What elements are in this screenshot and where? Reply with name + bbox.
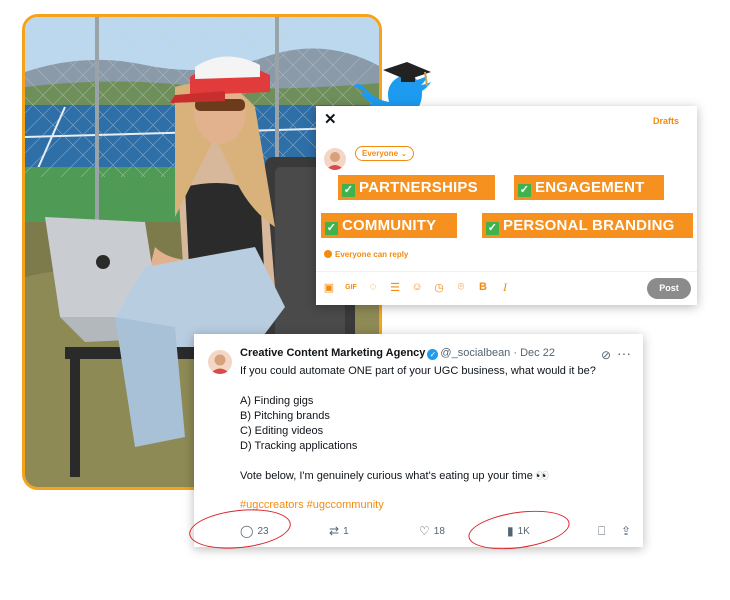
poll-option: C) Editing videos [240, 425, 324, 437]
checkmark-icon: ✓ [518, 184, 531, 197]
poll-icon[interactable]: ☰ [388, 280, 402, 294]
author-handle[interactable]: @_socialbean [440, 347, 510, 359]
poll-option: A) Finding gigs [240, 395, 314, 407]
image-icon[interactable]: ▣ [322, 280, 336, 294]
post-button[interactable]: Post [647, 278, 691, 299]
checkmark-icon: ✓ [486, 222, 499, 235]
verified-badge-icon: ✓ [427, 349, 439, 360]
gif-icon[interactable]: GIF [344, 280, 358, 294]
chevron-down-icon: ⌄ [401, 151, 407, 158]
avatar [324, 148, 346, 170]
checkmark-icon: ✓ [342, 184, 355, 197]
tag-label: PARTNERSHIPS [359, 179, 478, 196]
like-button[interactable]: ♡ 18 [419, 524, 445, 538]
tweet-composer: ✕ Drafts Everyone ⌄ ✓ PARTNERSHIPS ✓ ENGAGE… [316, 106, 697, 305]
location-icon[interactable]: ⌾ [454, 280, 468, 294]
tweet-closing: Vote below, I'm genuinely curious what's… [240, 470, 550, 482]
tag-community: ✓ COMMUNITY [321, 213, 457, 238]
tweet-text: If you could automate ONE part of your U… [240, 364, 630, 484]
reply-setting-label: Everyone can reply [335, 250, 409, 259]
tag-engagement: ✓ ENGAGEMENT [514, 175, 664, 200]
share-button[interactable]: ⇪ [621, 524, 631, 538]
italic-icon[interactable]: I [498, 280, 512, 294]
more-options-icon[interactable]: ··· [617, 345, 631, 361]
retweet-count: 1 [343, 525, 349, 537]
tweet-question: If you could automate ONE part of your U… [240, 365, 596, 377]
tag-label: ENGAGEMENT [535, 179, 645, 196]
tweet-actions: ◯ 23 ⇄ 1 ♡ 18 ▮ 1K ⎕ ⇪ [240, 524, 632, 540]
tag-personal-branding: ✓ PERSONAL BRANDING [482, 213, 693, 238]
bookmark-icon: ⎕ [598, 524, 606, 538]
retweet-icon: ⇄ [329, 524, 340, 538]
divider [316, 271, 697, 272]
share-icon: ⇪ [621, 524, 632, 538]
audience-selector[interactable]: Everyone ⌄ [355, 146, 414, 161]
bookmark-button[interactable]: ⎕ [598, 524, 605, 539]
poll-option: D) Tracking applications [240, 440, 358, 452]
grok-icon[interactable]: ◌ [366, 280, 380, 294]
drafts-button[interactable]: Drafts [653, 116, 679, 126]
tag-label: COMMUNITY [342, 217, 437, 234]
like-count: 18 [433, 525, 445, 537]
retweet-button[interactable]: ⇄ 1 [329, 524, 349, 538]
composer-toolbar: ▣ GIF ◌ ☰ ☺ ◷ ⌾ B I [322, 280, 512, 294]
reply-setting[interactable]: Everyone can reply [324, 250, 408, 259]
emoji-icon[interactable]: ☺ [410, 280, 424, 294]
grok-icon[interactable]: ⊘ [601, 348, 611, 362]
globe-icon [324, 250, 332, 258]
close-icon[interactable]: ✕ [324, 112, 337, 128]
tag-label: PERSONAL BRANDING [503, 217, 675, 234]
checkmark-icon: ✓ [325, 222, 338, 235]
avatar[interactable] [208, 350, 232, 374]
hashtag-link[interactable]: #ugccommunity [307, 499, 384, 511]
poll-option: B) Pitching brands [240, 410, 330, 422]
schedule-icon[interactable]: ◷ [432, 280, 446, 294]
author-name[interactable]: Creative Content Marketing Agency [240, 347, 425, 359]
tweet-date[interactable]: · Dec 22 [513, 347, 555, 359]
audience-label: Everyone [362, 149, 399, 158]
tag-partnerships: ✓ PARTNERSHIPS [338, 175, 495, 200]
heart-icon: ♡ [419, 524, 430, 538]
tweet-header: Creative Content Marketing Agency ✓ @_soci… [240, 347, 555, 360]
bold-icon[interactable]: B [476, 280, 490, 294]
